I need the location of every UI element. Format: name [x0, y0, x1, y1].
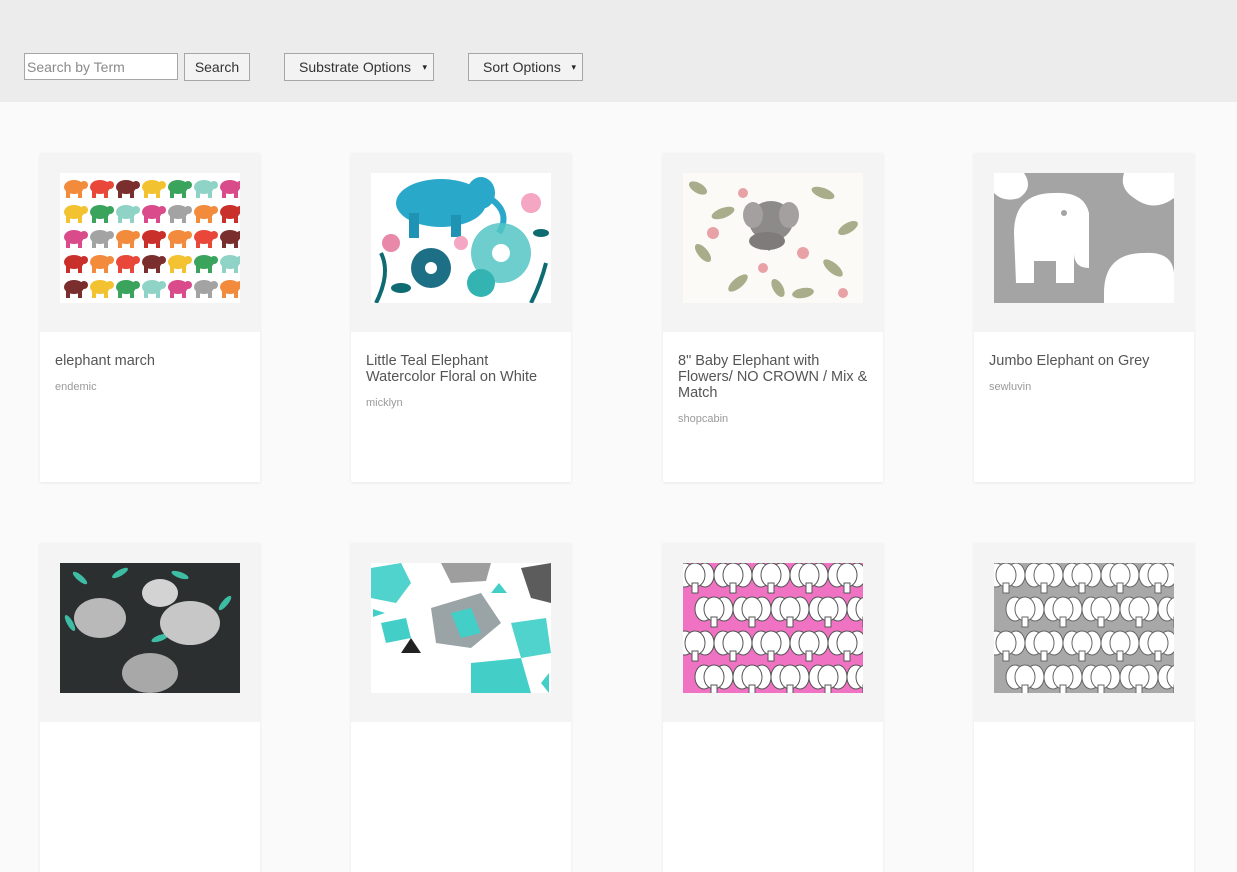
product-thumbnail-frame — [974, 543, 1194, 722]
product-title[interactable] — [989, 743, 1184, 753]
product-title[interactable] — [366, 743, 561, 753]
product-thumbnail[interactable] — [371, 563, 551, 693]
product-thumbnail-frame — [351, 153, 571, 332]
dropdown-arrow-icon: ▾ — [571, 62, 576, 72]
product-title[interactable] — [55, 743, 250, 753]
product-thumbnail-frame — [40, 543, 260, 722]
product-thumbnail[interactable] — [994, 173, 1174, 303]
sort-options-select[interactable]: Sort Options ▾ — [468, 53, 583, 81]
dropdown-arrow-icon: ▾ — [422, 62, 427, 72]
product-thumbnail[interactable] — [371, 173, 551, 303]
product-card[interactable]: 8" Baby Elephant with Flowers/ NO CROWN … — [663, 153, 883, 482]
product-author[interactable]: endemic — [55, 379, 250, 395]
sort-options-label: Sort Options — [483, 59, 561, 75]
product-card[interactable] — [40, 543, 260, 872]
product-card[interactable]: elephant march endemic — [40, 153, 260, 482]
product-thumbnail[interactable] — [683, 563, 863, 693]
product-title[interactable]: 8" Baby Elephant with Flowers/ NO CROWN … — [678, 353, 873, 427]
product-thumbnail[interactable] — [683, 173, 863, 303]
product-thumbnail-frame — [40, 153, 260, 332]
search-input[interactable] — [24, 53, 178, 80]
product-card[interactable] — [351, 543, 571, 872]
product-author[interactable]: shopcabin — [678, 411, 873, 427]
product-thumbnail[interactable] — [60, 173, 240, 303]
substrate-options-select[interactable]: Substrate Options ▾ — [284, 53, 434, 81]
search-button[interactable]: Search — [184, 53, 250, 81]
product-title[interactable]: Jumbo Elephant on Grey sewluvin — [989, 353, 1184, 395]
product-author[interactable]: micklyn — [366, 395, 561, 411]
product-title[interactable] — [678, 743, 873, 753]
product-author[interactable]: sewluvin — [989, 379, 1184, 395]
product-thumbnail-frame — [351, 543, 571, 722]
product-thumbnail[interactable] — [60, 563, 240, 693]
product-card[interactable] — [974, 543, 1194, 872]
product-title[interactable]: elephant march endemic — [55, 353, 250, 395]
product-thumbnail-frame — [663, 543, 883, 722]
product-card[interactable]: Jumbo Elephant on Grey sewluvin — [974, 153, 1194, 482]
toolbar: Search Substrate Options ▾ Sort Options … — [0, 0, 1237, 102]
product-card[interactable]: Little Teal Elephant Watercolor Floral o… — [351, 153, 571, 482]
product-thumbnail-frame — [663, 153, 883, 332]
product-card[interactable] — [663, 543, 883, 872]
substrate-options-label: Substrate Options — [299, 59, 412, 75]
product-thumbnail-frame — [974, 153, 1194, 332]
product-thumbnail[interactable] — [994, 563, 1174, 693]
product-title[interactable]: Little Teal Elephant Watercolor Floral o… — [366, 353, 561, 411]
